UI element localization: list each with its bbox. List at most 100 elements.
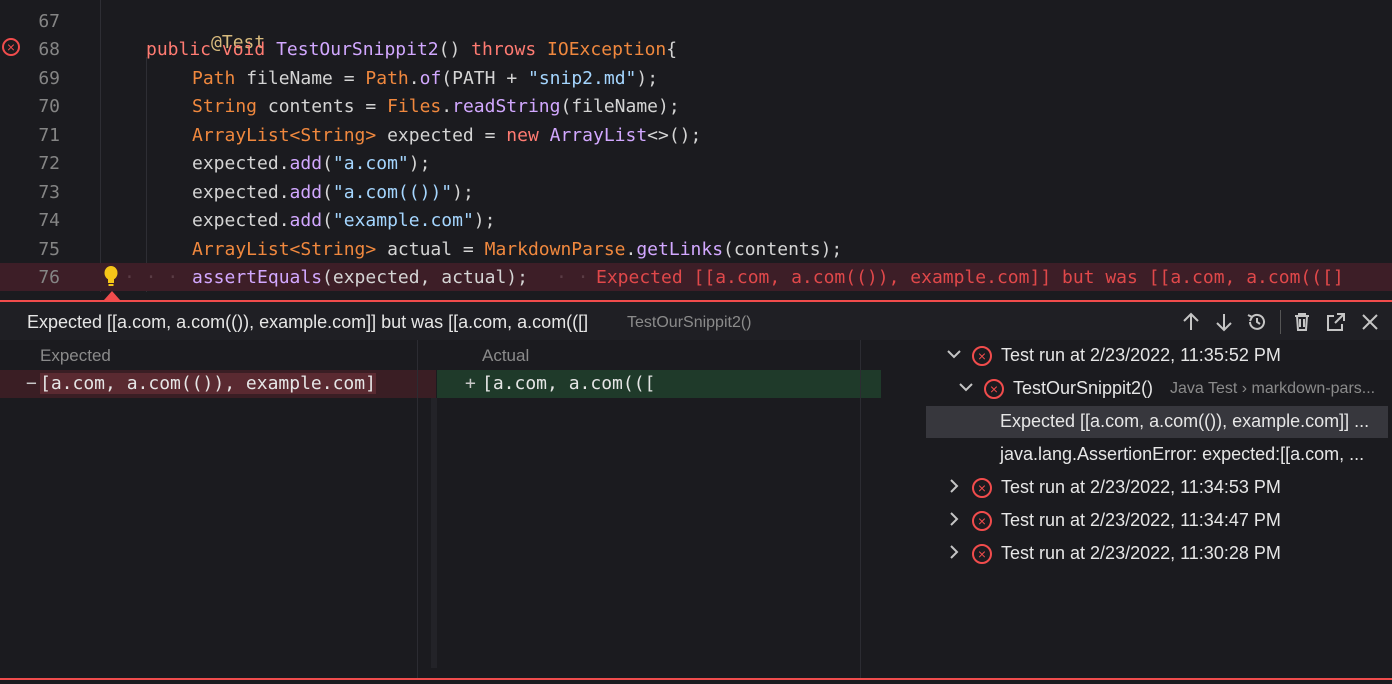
code-text: expected =: [376, 125, 507, 146]
expected-value: [a.com, a.com(()), example.com]: [40, 373, 376, 394]
test-run-item[interactable]: × Test run at 2/23/2022, 11:35:52 PM: [926, 340, 1388, 372]
chevron-down-icon[interactable]: [958, 379, 974, 395]
test-run-item[interactable]: × Test run at 2/23/2022, 11:30:28 PM: [926, 538, 1388, 570]
code-line-71[interactable]: 71 ArrayList<String> expected = new Arra…: [0, 121, 1392, 149]
error-status-icon: ×: [972, 478, 992, 498]
code-line-67[interactable]: 67 @Test: [0, 7, 1392, 53]
test-run-label: Test run at 2/23/2022, 11:35:52 PM: [1001, 345, 1281, 365]
diff-divider: [417, 340, 418, 678]
test-case-item[interactable]: × TestOurSnippit2() Java Test › markdown…: [926, 373, 1388, 405]
line-number: 71: [38, 125, 60, 146]
code-text: (fileName);: [560, 96, 680, 117]
history-icon[interactable]: [1245, 310, 1269, 334]
class-name: MarkdownParse: [484, 239, 626, 260]
punctuation: <>();: [647, 125, 702, 146]
test-run-label: Test run at 2/23/2022, 11:34:53 PM: [1001, 477, 1281, 497]
code-text: expected.: [192, 153, 290, 174]
peek-body: Expected Actual − [a.com, a.com(()), exa…: [0, 340, 1392, 678]
code-text: fileName =: [235, 68, 366, 89]
chevron-right-icon[interactable]: [946, 511, 962, 527]
string-literal: "a.com": [332, 153, 409, 174]
test-run-label: Test run at 2/23/2022, 11:34:47 PM: [1001, 510, 1281, 530]
line-number: 74: [38, 210, 60, 231]
chevron-right-icon[interactable]: [946, 478, 962, 494]
code-text: expected.: [192, 182, 290, 203]
test-run-item[interactable]: × Test run at 2/23/2022, 11:34:53 PM: [926, 472, 1388, 504]
code-text: (PATH +: [441, 68, 528, 89]
test-message-label: Expected [[a.com, a.com(()), example.com…: [1000, 411, 1370, 431]
line-number: 68: [38, 39, 60, 60]
trash-icon[interactable]: [1290, 310, 1314, 334]
test-message-item[interactable]: java.lang.AssertionError: expected:[[a.c…: [926, 439, 1388, 471]
punctuation: );: [408, 153, 431, 174]
panel-divider: [860, 340, 861, 678]
test-run-label: Test run at 2/23/2022, 11:30:28 PM: [1001, 543, 1281, 563]
peek-title: Expected [[a.com, a.com(()), example.com…: [27, 312, 589, 332]
punctuation: );: [473, 210, 496, 231]
exception-type: IOException: [547, 39, 667, 60]
line-number: 76: [38, 267, 60, 288]
diff-plus-marker: +: [465, 373, 476, 394]
method-name: getLinks: [636, 239, 724, 260]
code-text: actual =: [376, 239, 485, 260]
actual-value: [a.com, a.com(([: [482, 373, 656, 394]
lightbulb-icon[interactable]: [102, 265, 120, 287]
diff-added-row[interactable]: + [a.com, a.com(([: [437, 370, 881, 398]
class-name: Files: [387, 96, 442, 117]
test-run-item[interactable]: × Test run at 2/23/2022, 11:34:47 PM: [926, 505, 1388, 537]
punctuation: .: [441, 96, 453, 117]
keyword: public: [146, 39, 212, 60]
test-case-description: Java Test › markdown-pars...: [1170, 380, 1376, 397]
string-literal: "example.com": [332, 210, 474, 231]
line-number: 75: [38, 239, 60, 260]
code-line-73[interactable]: 73 expected.add("a.com(())");: [0, 178, 1392, 206]
punctuation: );: [636, 68, 659, 89]
code-line-69[interactable]: 69 Path fileName = Path.of(PATH + "snip2…: [0, 64, 1392, 92]
code-text: expected.: [192, 210, 290, 231]
chevron-down-icon[interactable]: [946, 346, 962, 362]
close-icon[interactable]: [1358, 310, 1382, 334]
type: ArrayList<String>: [192, 239, 377, 260]
diff-minus-marker: −: [26, 373, 37, 394]
error-status-icon: ×: [972, 511, 992, 531]
punctuation: .: [625, 239, 637, 260]
open-external-icon[interactable]: [1324, 310, 1348, 334]
code-line-68[interactable]: × 68 public void TestOurSnippit2() throw…: [0, 35, 1392, 63]
chevron-right-icon[interactable]: [946, 544, 962, 560]
error-status-icon: ×: [972, 544, 992, 564]
arrow-down-icon[interactable]: [1212, 310, 1236, 334]
method-name: readString: [452, 96, 561, 117]
line-number: 73: [38, 182, 60, 203]
error-status-icon: ×: [984, 379, 1004, 399]
actual-pane-label: Actual: [482, 346, 530, 365]
inline-error-message: Expected [[a.com, a.com(()), example.com…: [596, 267, 1344, 288]
punctuation: );: [452, 182, 474, 203]
keyword: new: [506, 125, 539, 146]
method-name: add: [289, 182, 323, 203]
code-line-74[interactable]: 74 expected.add("example.com");: [0, 206, 1392, 234]
string-literal: "a.com(())": [332, 182, 453, 203]
code-line-75[interactable]: 75 ArrayList<String> actual = MarkdownPa…: [0, 235, 1392, 263]
punctuation: (: [322, 153, 333, 174]
diff-removed-row[interactable]: − [a.com, a.com(()), example.com]: [0, 370, 436, 398]
method-name: assertEquals: [192, 267, 323, 288]
arrow-up-icon[interactable]: [1179, 310, 1203, 334]
error-status-icon: ×: [972, 346, 992, 366]
scrollbar[interactable]: [431, 398, 437, 668]
punctuation: {: [666, 39, 678, 60]
code-editor[interactable]: 67 @Test × 68 public void TestOurSnippit…: [0, 0, 1392, 292]
code-line-72[interactable]: 72 expected.add("a.com");: [0, 149, 1392, 177]
code-text: (expected, actual);: [322, 267, 528, 288]
line-number: 69: [38, 68, 60, 89]
punctuation: .: [408, 68, 420, 89]
method-name: add: [289, 210, 323, 231]
test-message-item[interactable]: Expected [[a.com, a.com(()), example.com…: [926, 406, 1388, 438]
type: ArrayList<String>: [192, 125, 377, 146]
line-number: 72: [38, 153, 60, 174]
method-name: TestOurSnippit2: [276, 39, 439, 60]
punctuation: (: [322, 182, 333, 203]
code-line-76[interactable]: 76 · · · · · assertEquals(expected, actu…: [0, 263, 1392, 291]
code-line-70[interactable]: 70 String contents = Files.readString(fi…: [0, 92, 1392, 120]
method-name: of: [419, 68, 442, 89]
punctuation: (: [322, 210, 333, 231]
